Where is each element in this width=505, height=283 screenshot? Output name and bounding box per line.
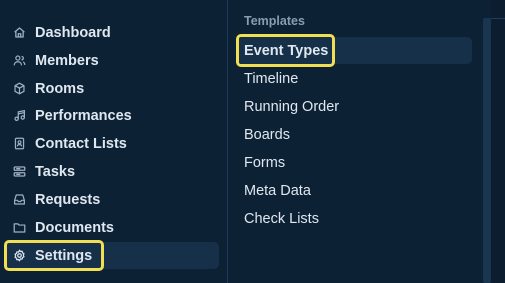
home-icon: [12, 26, 26, 40]
sidebar-item-tasks[interactable]: Tasks: [4, 158, 219, 185]
sidebar-item-contact-lists[interactable]: Contact Lists: [4, 130, 219, 157]
sidebar-item-requests[interactable]: Requests: [4, 186, 219, 213]
highlight-box: [4, 240, 104, 271]
inbox-icon: [12, 193, 26, 207]
sidebar-item-documents[interactable]: Documents: [4, 214, 219, 241]
sidebar-item-label: Contact Lists: [35, 135, 127, 152]
section-title: Templates: [244, 14, 305, 28]
submenu-item-event-types[interactable]: Event Types: [236, 34, 472, 67]
submenu-item-label: Boards: [244, 126, 290, 143]
sidebar-item-dashboard[interactable]: Dashboard: [4, 19, 219, 46]
folder-icon: [12, 221, 26, 235]
submenu-item-boards[interactable]: Boards: [238, 121, 472, 148]
vertical-scrollbar[interactable]: [483, 18, 491, 283]
sidebar-item-performances[interactable]: Performances: [4, 102, 219, 129]
content-divider: [491, 18, 505, 19]
submenu-item-label: Timeline: [244, 70, 299, 87]
main-sidebar: Dashboard Members Rooms Performances Con: [0, 0, 228, 283]
cube-icon: [12, 82, 26, 96]
settings-submenu: Templates Event Types Timeline Running O…: [228, 0, 483, 283]
submenu-item-label: Running Order: [244, 98, 340, 115]
sidebar-item-members[interactable]: Members: [4, 47, 219, 74]
sidebar-item-label: Dashboard: [35, 24, 111, 41]
submenu-item-running-order[interactable]: Running Order: [238, 93, 472, 120]
submenu-item-forms[interactable]: Forms: [238, 149, 472, 176]
contact-book-icon: [12, 137, 26, 151]
sidebar-item-label: Tasks: [35, 163, 76, 180]
highlight-box: [236, 34, 335, 67]
sidebar-item-label: Documents: [35, 219, 114, 236]
submenu-item-check-lists[interactable]: Check Lists: [238, 205, 472, 232]
content-panel-edge: [491, 0, 505, 283]
sidebar-item-settings[interactable]: Settings: [4, 240, 219, 271]
submenu-item-meta-data[interactable]: Meta Data: [238, 177, 472, 204]
sidebar-item-rooms[interactable]: Rooms: [4, 75, 219, 102]
sidebar-item-label: Rooms: [35, 80, 85, 97]
submenu-item-label: Check Lists: [244, 210, 319, 227]
submenu-item-timeline[interactable]: Timeline: [238, 65, 472, 92]
sidebar-item-label: Performances: [35, 107, 132, 124]
submenu-item-label: Forms: [244, 154, 286, 171]
settings-screen: Dashboard Members Rooms Performances Con: [0, 0, 505, 283]
sidebar-item-label: Members: [35, 52, 99, 69]
sidebar-item-label: Requests: [35, 191, 101, 208]
music-note-icon: [12, 109, 26, 123]
tasks-icon: [12, 165, 26, 179]
users-icon: [12, 54, 26, 68]
submenu-item-label: Meta Data: [244, 182, 311, 199]
